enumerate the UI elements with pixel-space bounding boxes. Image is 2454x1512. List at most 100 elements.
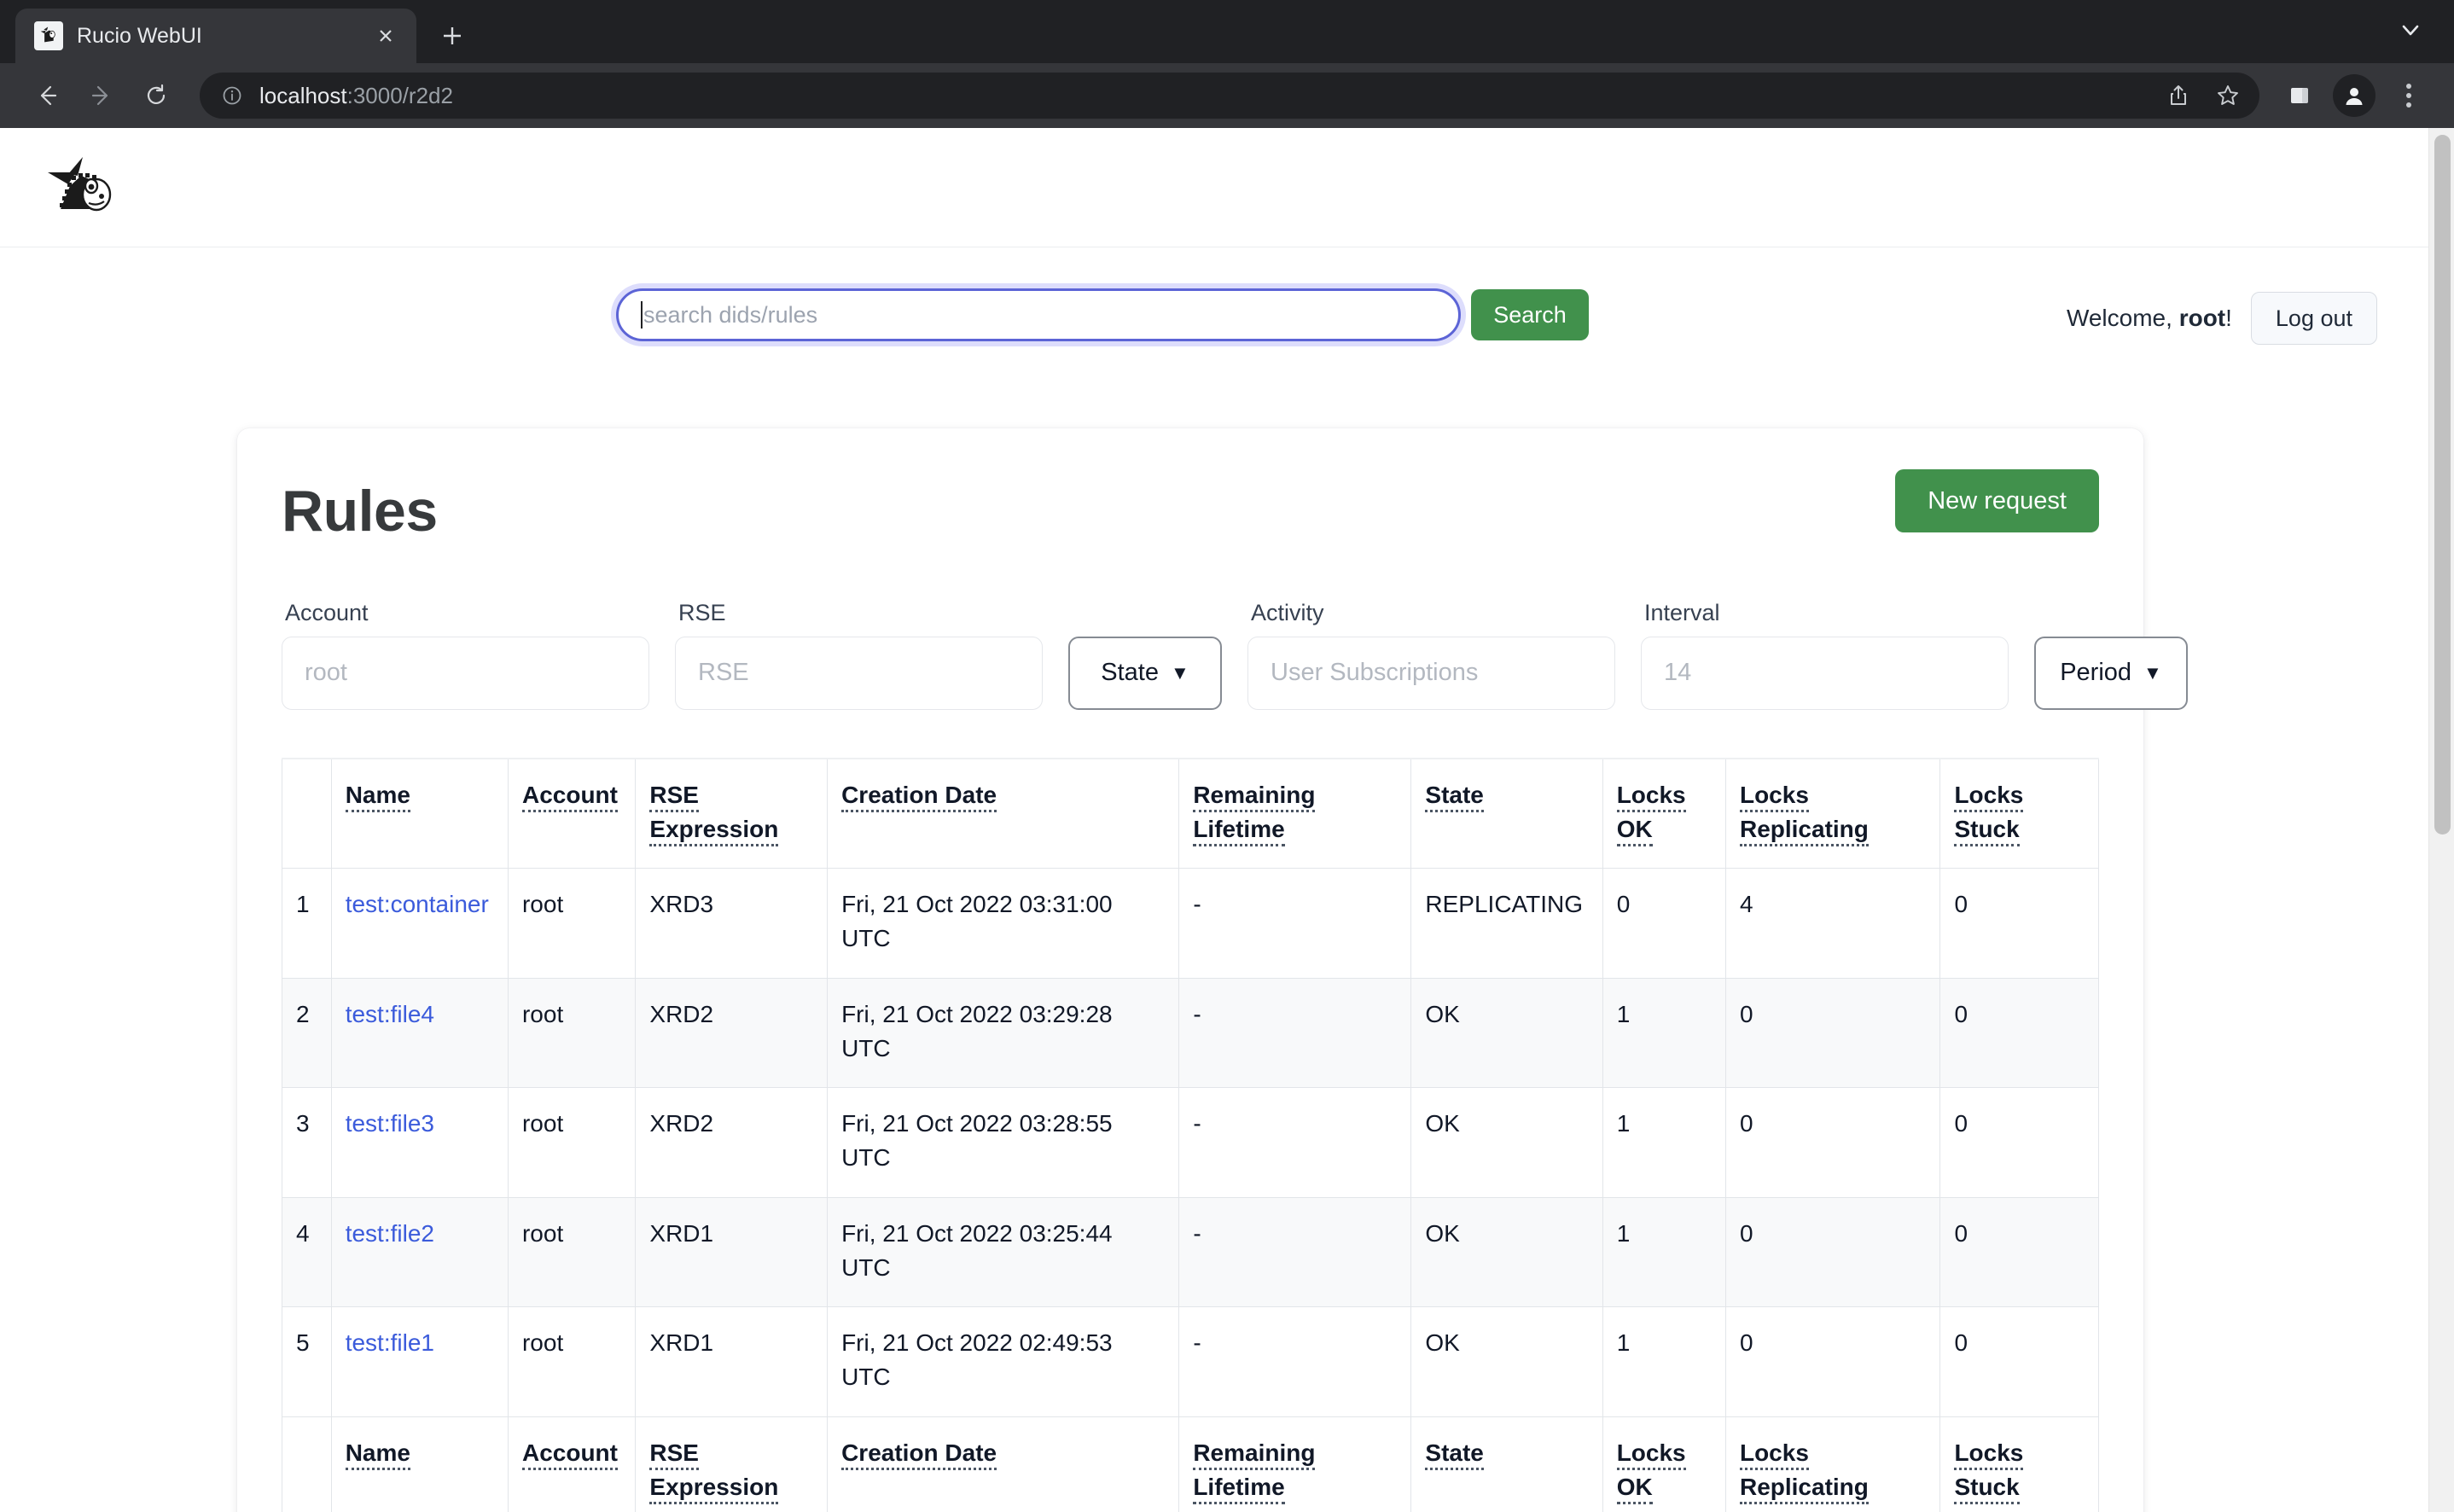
account-input[interactable] [282,637,649,710]
filter-rse: RSE [675,600,1043,710]
row-state: REPLICATING [1411,869,1602,979]
side-panel-icon[interactable] [2277,73,2323,119]
table-row[interactable]: 1 test:container root XRD3 Fri, 21 Oct 2… [282,869,2099,979]
footer-state[interactable]: State [1411,1416,1602,1512]
new-request-button[interactable]: New request [1895,469,2099,532]
star-icon[interactable] [2205,73,2251,119]
row-lifetime: - [1179,869,1411,979]
header-locks-replicating[interactable]: LocksReplicating [1725,759,1939,869]
row-locks-stuck: 0 [1940,978,2099,1088]
table-row[interactable]: 3 test:file3 root XRD2 Fri, 21 Oct 2022 … [282,1088,2099,1198]
header-rse-expression[interactable]: RSEExpression [636,759,828,869]
row-name: test:file2 [331,1197,508,1307]
browser-tab[interactable]: Rucio WebUI [15,9,416,63]
search-input[interactable]: search dids/rules [616,288,1461,341]
header-name[interactable]: Name [331,759,508,869]
user-area: Welcome, root! Log out [2067,292,2377,345]
row-locks-ok: 1 [1602,1197,1725,1307]
row-lifetime: - [1179,978,1411,1088]
footer-remaining-lifetime[interactable]: RemainingLifetime [1179,1416,1411,1512]
did-link[interactable]: test:file2 [346,1220,434,1247]
did-link[interactable]: test:file4 [346,1001,434,1027]
row-index: 4 [282,1197,332,1307]
share-icon[interactable] [2155,73,2201,119]
logout-button[interactable]: Log out [2251,292,2377,345]
footer-name[interactable]: Name [331,1416,508,1512]
welcome-suffix: ! [2225,305,2232,331]
row-locks-replicating: 0 [1725,1307,1939,1417]
rse-input[interactable] [675,637,1043,710]
did-link[interactable]: test:container [346,891,489,917]
header-index [282,759,332,869]
row-index: 5 [282,1307,332,1417]
activity-input[interactable] [1247,637,1615,710]
interval-label: Interval [1641,600,2009,626]
row-name: test:file1 [331,1307,508,1417]
scrollbar-thumb[interactable] [2434,135,2451,835]
reload-icon[interactable] [131,71,181,120]
table-row[interactable]: 5 test:file1 root XRD1 Fri, 21 Oct 2022 … [282,1307,2099,1417]
forward-arrow-icon[interactable] [77,71,126,120]
rules-table: Name Account RSEExpression Creation Date… [282,758,2099,1512]
profile-avatar-icon[interactable] [2333,74,2375,117]
rucio-donkey-logo[interactable] [29,147,123,229]
page-scrollbar[interactable] [2428,128,2454,1512]
filter-activity: Activity [1247,600,1615,710]
info-circle-icon[interactable] [218,82,246,109]
tab-strip: Rucio WebUI [0,0,2454,63]
table-row[interactable]: 4 test:file2 root XRD1 Fri, 21 Oct 2022 … [282,1197,2099,1307]
footer-locks-stuck[interactable]: LocksStuck [1940,1416,2099,1512]
row-locks-replicating: 0 [1725,978,1939,1088]
period-dropdown[interactable]: Period ▼ [2034,637,2188,710]
header-locks-ok[interactable]: LocksOK [1602,759,1725,869]
row-account: root [508,978,635,1088]
table-row[interactable]: 2 test:file4 root XRD2 Fri, 21 Oct 2022 … [282,978,2099,1088]
footer-locks-replicating[interactable]: LocksReplicating [1725,1416,1939,1512]
activity-label: Activity [1247,600,1615,626]
row-account: root [508,1197,635,1307]
row-state: OK [1411,1197,1602,1307]
search-button[interactable]: Search [1471,289,1589,340]
row-rse: XRD3 [636,869,828,979]
header-state[interactable]: State [1411,759,1602,869]
state-dropdown[interactable]: State ▼ [1068,637,1222,710]
did-link[interactable]: test:file1 [346,1329,434,1356]
header-account[interactable]: Account [508,759,635,869]
table-head: Name Account RSEExpression Creation Date… [282,759,2099,869]
chevron-down-icon: ▼ [1171,664,1189,683]
did-link[interactable]: test:file3 [346,1110,434,1137]
address-bar[interactable]: localhost:3000/r2d2 [200,73,2259,119]
back-arrow-icon[interactable] [22,71,72,120]
footer-account[interactable]: Account [508,1416,635,1512]
footer-locks-ok[interactable]: LocksOK [1602,1416,1725,1512]
header-remaining-lifetime[interactable]: RemainingLifetime [1179,759,1411,869]
header-creation-date[interactable]: Creation Date [828,759,1179,869]
welcome-username: root [2179,305,2225,331]
filter-account: Account [282,600,649,710]
account-label: Account [282,600,649,626]
header-locks-stuck[interactable]: LocksStuck [1940,759,2099,869]
row-index: 3 [282,1088,332,1198]
app-header: search dids/rules Search Welcome, root! … [0,128,2428,247]
row-creation-date: Fri, 21 Oct 2022 03:31:00 UTC [828,869,1179,979]
close-icon[interactable] [370,20,401,51]
new-tab-button[interactable] [428,12,476,60]
row-rse: XRD2 [636,1088,828,1198]
table-header-row: Name Account RSEExpression Creation Date… [282,759,2099,869]
row-lifetime: - [1179,1197,1411,1307]
page-viewport: search dids/rules Search Welcome, root! … [0,128,2454,1512]
row-account: root [508,1088,635,1198]
three-dot-menu-icon[interactable] [2386,73,2432,119]
welcome-message: Welcome, root! [2067,305,2232,332]
chevron-down-icon[interactable] [2391,10,2430,49]
text-caret [641,301,643,329]
row-creation-date: Fri, 21 Oct 2022 03:29:28 UTC [828,978,1179,1088]
search-placeholder: search dids/rules [643,302,817,329]
row-locks-stuck: 0 [1940,869,2099,979]
page-title: Rules [282,480,438,544]
footer-creation-date[interactable]: Creation Date [828,1416,1179,1512]
footer-index [282,1416,332,1512]
footer-rse-expression[interactable]: RSEExpression [636,1416,828,1512]
rucio-donkey-icon [34,21,63,50]
interval-input[interactable] [1641,637,2009,710]
